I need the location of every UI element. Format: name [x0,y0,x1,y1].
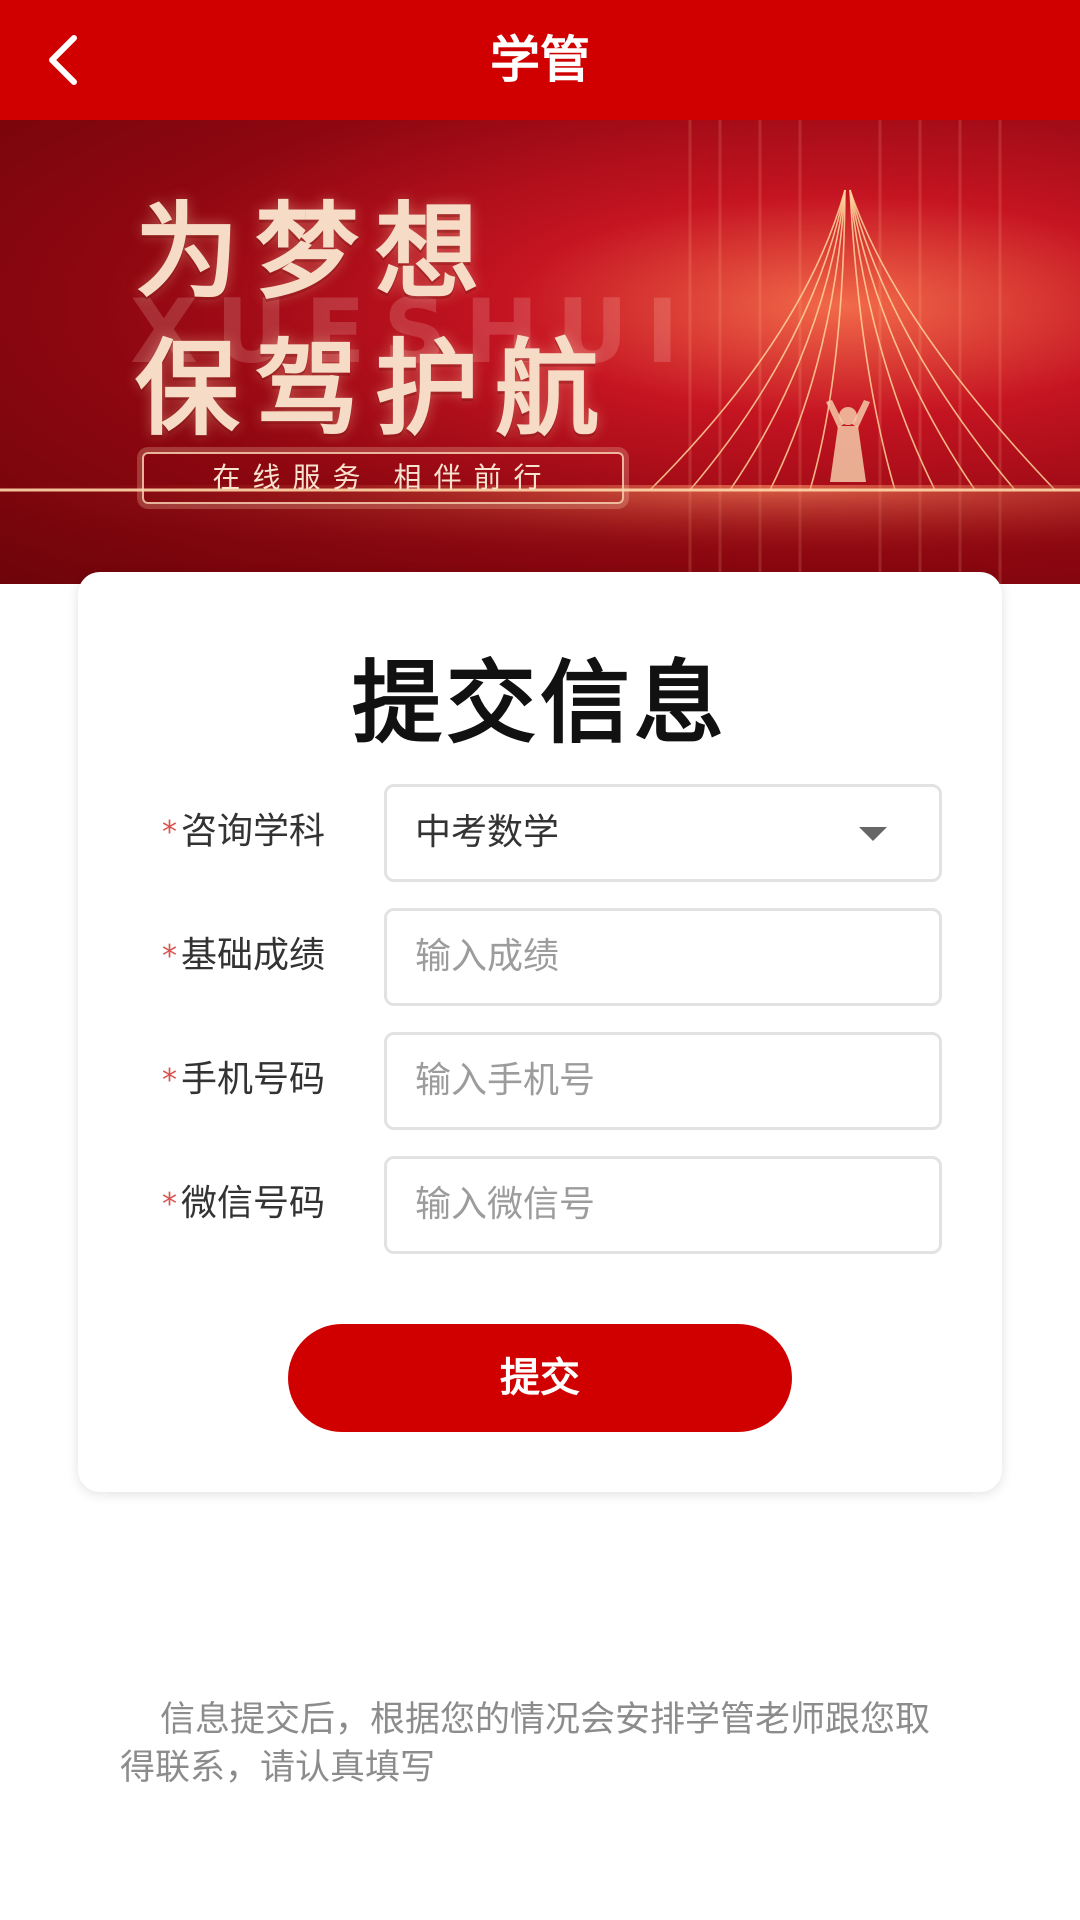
score-label: * 基础成绩 [162,908,325,1004]
phone-field [384,1032,942,1130]
banner-tagline: 在线服务 相伴前行 [212,461,554,494]
page-title: 学管 [490,31,590,89]
phone-row: * 手机号码 [78,1032,1002,1130]
phone-label-text: 手机号码 [181,1059,326,1100]
wechat-field [384,1156,942,1254]
promo-banner: XUESHUI 为梦想 保驾护航 在线服务 相伴前行 [0,120,1080,584]
required-mark: * [162,815,177,850]
required-mark: * [162,939,177,974]
subject-row: * 咨询学科 中考数学 [78,784,1002,882]
wechat-input[interactable] [415,1159,855,1251]
score-row: * 基础成绩 [78,908,1002,1006]
submit-button[interactable]: 提交 [288,1324,792,1432]
required-mark: * [162,1187,177,1222]
phone-input[interactable] [415,1035,855,1127]
subject-select[interactable]: 中考数学 [384,784,942,882]
subject-label-text: 咨询学科 [181,811,326,852]
required-mark: * [162,1063,177,1098]
wechat-label-text: 微信号码 [181,1183,326,1224]
caret-down-icon [859,827,887,841]
subject-select-value: 中考数学 [415,812,560,853]
wechat-label: * 微信号码 [162,1156,325,1252]
form-title: 提交信息 [352,651,728,756]
form-card: 提交信息 *咨询学科 中考数学 *基础成绩 *手机号码 *微信号码 提交 [78,572,1002,1492]
score-input[interactable] [415,911,855,1003]
subject-label: * 咨询学科 [162,784,325,880]
phone-label: * 手机号码 [162,1032,325,1128]
banner-slogan-line1: 为梦想 [135,191,496,313]
wechat-row: * 微信号码 [78,1156,1002,1254]
top-bar: 学管 [0,0,1080,120]
banner-tagline-frame: 在线服务 相伴前行 [142,452,624,504]
banner-slogan-line2: 保驾护航 [135,328,616,450]
info-note: 信息提交后，根据您的情况会安排学管老师跟您取得联系，请认真填写 [120,1700,931,1788]
score-label-text: 基础成绩 [181,935,326,976]
score-field [384,908,942,1006]
